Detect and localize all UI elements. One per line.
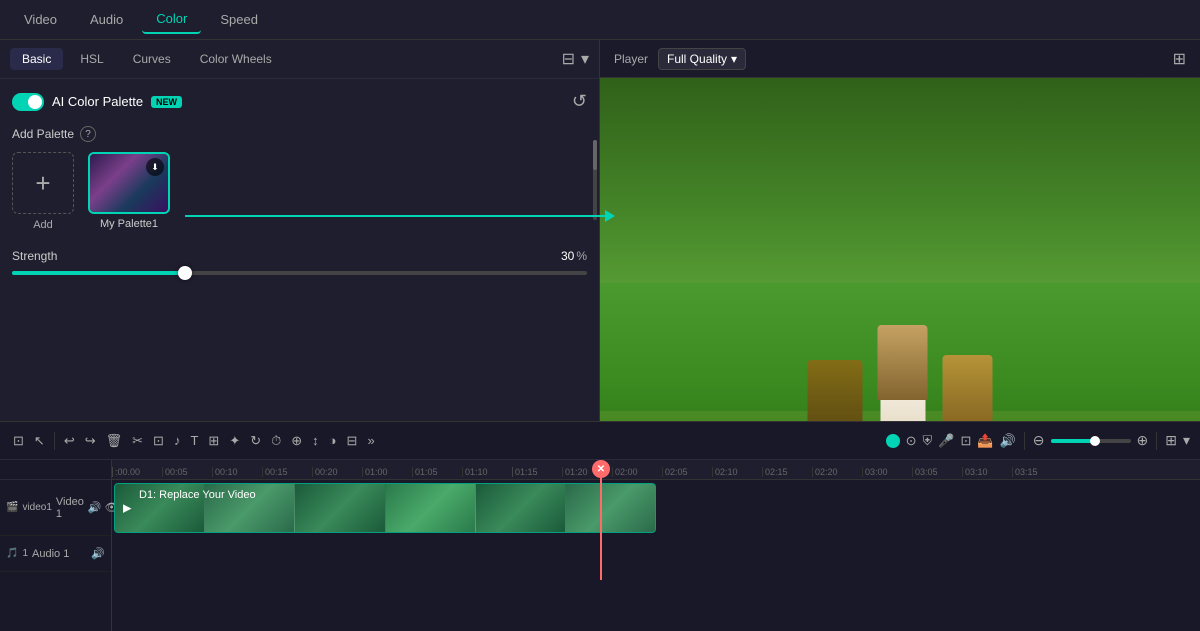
clip-label: D1: Replace Your Video xyxy=(139,489,256,501)
player-header: Player Full Quality ▾ ⊞ xyxy=(600,40,1200,78)
split-view-btn[interactable]: ⊟ xyxy=(562,49,575,69)
zoom-slider[interactable] xyxy=(1051,439,1131,443)
adjust-btn[interactable]: ⊟ xyxy=(344,431,361,451)
scroll-indicator xyxy=(593,140,597,220)
playhead-marker: ✕ xyxy=(592,460,610,478)
track-label-video: 🎬 video1 Video 1 🔊 👁 xyxy=(0,480,111,536)
ai-palette-toggle[interactable] xyxy=(12,93,44,111)
redo-btn[interactable]: ↪ xyxy=(82,431,99,451)
timeline-main: :00.00 00:05 00:10 00:15 00:20 01:00 01:… xyxy=(112,460,1200,631)
timeline-toolbar: ⊡ ↖ ↩ ↪ 🗑 ✂ ⊡ ♪ T ⊞ ✦ ↻ ⏱ ⊕ ↕ ◑ ⊟ » ⊙ ⛨ … xyxy=(0,422,1200,460)
reset-ai-btn[interactable]: ↺ xyxy=(572,91,587,112)
render-btn[interactable]: ⊙ xyxy=(906,433,917,449)
speaker-icon-audio[interactable]: 🔊 xyxy=(91,547,105,560)
audio-trim-btn[interactable]: ♪ xyxy=(171,431,184,450)
clip-play-icon: ▶ xyxy=(123,502,131,515)
split-clip-btn[interactable]: ⊡ xyxy=(10,431,27,451)
video-track-label: Video 1 xyxy=(56,496,84,520)
crop-btn[interactable]: ⊞ xyxy=(205,431,222,451)
move-btn[interactable]: ↕ xyxy=(309,431,322,450)
new-badge: NEW xyxy=(151,96,182,108)
track-label-audio: 🎵 1 Audio 1 🔊 xyxy=(0,536,111,572)
zoom-in-btn[interactable]: ⊕ xyxy=(1137,432,1149,449)
trim-btn[interactable]: ⊡ xyxy=(150,431,167,451)
chevron-down-icon: ▾ xyxy=(731,52,737,66)
audio-settings-btn[interactable]: 🔊 xyxy=(1000,433,1016,449)
audio-track-label: Audio 1 xyxy=(32,548,69,560)
more-btn[interactable]: » xyxy=(364,431,377,450)
player-label: Player xyxy=(614,52,648,66)
grid-view-btn[interactable]: ▾ xyxy=(1183,432,1190,449)
tab-speed[interactable]: Speed xyxy=(206,6,272,33)
help-icon: ? xyxy=(80,126,96,142)
add-label: Add xyxy=(33,219,53,231)
zoom-out-btn[interactable]: ⊖ xyxy=(1033,432,1045,449)
sub-tab-hsl[interactable]: HSL xyxy=(68,48,115,70)
video-clip[interactable]: ▶ D1: Replace Your Video xyxy=(114,483,656,533)
timeline-area: ⊡ ↖ ↩ ↪ 🗑 ✂ ⊡ ♪ T ⊞ ✦ ↻ ⏱ ⊕ ↕ ◑ ⊟ » ⊙ ⛨ … xyxy=(0,421,1200,631)
record-indicator xyxy=(886,434,900,448)
add-palette-label: Add Palette xyxy=(12,127,74,141)
ai-palette-label: AI Color Palette xyxy=(52,94,143,109)
layout-btn[interactable]: ⊞ xyxy=(1165,432,1177,449)
pointer-btn[interactable]: ↖ xyxy=(31,431,48,451)
text-btn[interactable]: T xyxy=(187,431,201,450)
color-grade-btn[interactable]: ◑ xyxy=(326,431,340,450)
speaker-icon-video[interactable]: 🔊 xyxy=(88,501,102,514)
tab-video[interactable]: Video xyxy=(10,6,71,33)
mic-btn[interactable]: 🎤 xyxy=(938,433,954,449)
audio-track xyxy=(112,536,1200,572)
delete-btn[interactable]: 🗑 xyxy=(103,431,126,451)
strength-unit: % xyxy=(576,249,587,263)
grid-icon[interactable]: ⊞ xyxy=(1173,49,1186,69)
sub-tab-basic[interactable]: Basic xyxy=(10,48,63,70)
strength-slider[interactable] xyxy=(12,271,587,275)
media-btn[interactable]: ⊡ xyxy=(960,433,971,449)
palette-1-name: My Palette1 xyxy=(100,218,158,230)
sub-tabs-bar: Basic HSL Curves Color Wheels ⊟ ▾ xyxy=(0,40,599,79)
ai-palette-row: AI Color Palette NEW ↺ xyxy=(12,91,587,112)
sub-tab-curves[interactable]: Curves xyxy=(121,48,183,70)
undo-btn[interactable]: ↩ xyxy=(61,431,78,451)
speed-btn[interactable]: ⏱ xyxy=(268,431,284,451)
strength-section: Strength 30 % xyxy=(12,249,587,275)
playhead[interactable]: ✕ xyxy=(600,460,602,580)
effects-btn[interactable]: ✦ xyxy=(226,431,243,451)
tab-audio[interactable]: Audio xyxy=(76,6,137,33)
expand-btn[interactable]: ▾ xyxy=(581,49,589,69)
tab-color[interactable]: Color xyxy=(142,5,201,34)
strength-value: 30 xyxy=(561,249,574,263)
track-labels: 🎬 video1 Video 1 🔊 👁 🎵 1 Audio 1 🔊 xyxy=(0,460,112,631)
loop-btn[interactable]: ↻ xyxy=(247,431,264,451)
shield-btn[interactable]: ⛨ xyxy=(923,433,933,449)
copy-btn[interactable]: ⊕ xyxy=(288,431,305,451)
video-track: ▶ D1: Replace Your Video xyxy=(112,480,1200,536)
cut-btn[interactable]: ✂ xyxy=(129,431,146,451)
ruler: :00.00 00:05 00:10 00:15 00:20 01:00 01:… xyxy=(112,460,1200,480)
add-palette-btn[interactable]: + Add xyxy=(12,152,74,231)
quality-dropdown[interactable]: Full Quality ▾ xyxy=(658,48,746,70)
palette-item-1[interactable]: ⬇ My Palette1 xyxy=(88,152,170,230)
export-btn[interactable]: 📤 xyxy=(977,433,993,449)
sub-tab-color-wheels[interactable]: Color Wheels xyxy=(188,48,284,70)
add-palette-header: Add Palette ? xyxy=(12,126,587,142)
strength-label: Strength xyxy=(12,249,57,263)
